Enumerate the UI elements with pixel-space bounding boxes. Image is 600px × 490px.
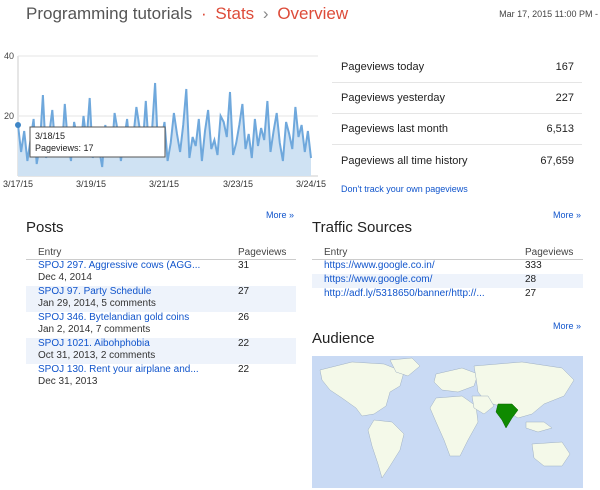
posts-table-header: Entry Pageviews <box>26 246 296 260</box>
column-entry: Entry <box>324 247 348 258</box>
post-link[interactable]: SPOJ 297. Aggressive cows (AGG... <box>38 260 232 272</box>
post-pageviews: 22 <box>238 364 250 375</box>
blog-title[interactable]: Programming tutorials <box>26 4 192 23</box>
post-pageviews: 31 <box>238 260 250 271</box>
north-america <box>319 361 405 417</box>
y-tick-label: 20 <box>4 111 14 121</box>
tooltip-value: Pageviews: 17 <box>35 143 94 153</box>
table-row: SPOJ 297. Aggressive cows (AGG... Dec 4, … <box>26 260 296 286</box>
posts-table: Entry Pageviews SPOJ 297. Aggressive cow… <box>26 246 296 390</box>
breadcrumb-stats[interactable]: Stats <box>215 4 254 23</box>
post-pageviews: 22 <box>238 338 250 349</box>
stat-value: 67,659 <box>540 154 574 167</box>
table-row: SPOJ 130. Rent your airplane and... Dec 3… <box>26 364 296 390</box>
traffic-table-header: Entry Pageviews <box>312 246 583 260</box>
breadcrumb-separator: › <box>262 4 269 23</box>
stats-summary: Pageviews today 167 Pageviews yesterday … <box>332 52 582 176</box>
timestamp: Mar 17, 2015 11:00 PM - <box>499 9 598 19</box>
traffic-table: Entry Pageviews https://www.google.co.in… <box>312 246 583 302</box>
x-tick-label: 3/19/15 <box>76 179 106 189</box>
world-map-svg <box>319 357 575 479</box>
x-tick-label: 3/24/15 <box>296 179 326 189</box>
africa <box>429 395 479 457</box>
pageviews-chart[interactable]: 40 20 3/17/15 3/19/15 3/21/15 3/23/15 3/… <box>0 44 330 194</box>
hover-point <box>15 122 21 128</box>
chart-tooltip: 3/18/15 Pageviews: 17 <box>29 126 166 158</box>
x-tick-label: 3/17/15 <box>3 179 33 189</box>
table-row: http://adf.ly/5318650/banner/http://... … <box>312 288 583 302</box>
stat-label: Pageviews yesterday <box>341 92 445 104</box>
post-link[interactable]: SPOJ 97. Party Schedule <box>38 286 232 298</box>
post-meta: Dec 4, 2014 <box>38 272 92 283</box>
traffic-source-link[interactable]: http://adf.ly/5318650/banner/http://... <box>324 288 519 300</box>
tooltip-date: 3/18/15 <box>35 131 65 141</box>
traffic-source-link[interactable]: https://www.google.com/ <box>324 274 519 286</box>
stat-label: Pageviews today <box>341 61 425 73</box>
stat-today: Pageviews today 167 <box>332 52 582 83</box>
posts-title: Posts <box>26 219 64 236</box>
stat-label: Pageviews last month <box>341 123 448 135</box>
australia <box>531 441 571 467</box>
column-entry: Entry <box>38 247 62 258</box>
audience-world-map[interactable] <box>312 356 583 488</box>
table-row: SPOJ 346. Bytelandian gold coins Jan 2, 2… <box>26 312 296 338</box>
post-meta: Jan 29, 2014, 5 comments <box>38 298 156 309</box>
posts-more-link[interactable]: More » <box>266 210 294 220</box>
stat-last-month: Pageviews last month 6,513 <box>332 114 582 145</box>
traffic-title: Traffic Sources <box>312 219 413 236</box>
traffic-more-link[interactable]: More » <box>553 210 581 220</box>
post-link[interactable]: SPOJ 1021. Aibohphobia <box>38 338 232 350</box>
dont-track-link[interactable]: Don't track your own pageviews <box>341 184 468 194</box>
stat-label: Pageviews all time history <box>341 154 468 167</box>
table-row: https://www.google.com/ 28 <box>312 274 583 288</box>
europe <box>433 367 479 393</box>
traffic-source-link[interactable]: https://www.google.co.in/ <box>324 260 519 272</box>
x-tick-label: 3/23/15 <box>223 179 253 189</box>
stat-yesterday: Pageviews yesterday 227 <box>332 83 582 114</box>
traffic-pageviews: 333 <box>525 260 542 271</box>
y-tick-label: 40 <box>4 51 14 61</box>
southeast-asia <box>525 421 553 433</box>
post-link[interactable]: SPOJ 346. Bytelandian gold coins <box>38 312 232 324</box>
stat-all-time: Pageviews all time history 67,659 <box>332 145 582 176</box>
post-meta: Jan 2, 2014, 7 comments <box>38 324 151 335</box>
post-meta: Dec 31, 2013 <box>38 376 98 387</box>
post-link[interactable]: SPOJ 130. Rent your airplane and... <box>38 364 232 376</box>
stat-value: 6,513 <box>546 123 574 135</box>
page-header: Programming tutorials · Stats › Overview <box>26 4 348 24</box>
stat-value: 227 <box>555 92 574 104</box>
post-pageviews: 26 <box>238 312 250 323</box>
table-row: https://www.google.co.in/ 333 <box>312 260 583 274</box>
post-pageviews: 27 <box>238 286 250 297</box>
breadcrumb-overview: Overview <box>277 4 349 23</box>
column-pageviews: Pageviews <box>238 247 287 258</box>
x-tick-label: 3/21/15 <box>149 179 179 189</box>
traffic-pageviews: 27 <box>525 288 537 299</box>
table-row: SPOJ 97. Party Schedule Jan 29, 2014, 5 c… <box>26 286 296 312</box>
traffic-pageviews: 28 <box>525 274 537 285</box>
audience-title: Audience <box>312 330 375 347</box>
pageviews-chart-svg: 40 20 3/17/15 3/19/15 3/21/15 3/23/15 3/… <box>3 51 326 189</box>
post-meta: Oct 31, 2013, 2 comments <box>38 350 156 361</box>
audience-more-link[interactable]: More » <box>553 321 581 331</box>
column-pageviews: Pageviews <box>525 247 574 258</box>
table-row: SPOJ 1021. Aibohphobia Oct 31, 2013, 2 co… <box>26 338 296 364</box>
south-america <box>367 419 405 479</box>
breadcrumb-separator: · <box>201 4 207 23</box>
stat-value: 167 <box>555 61 574 73</box>
